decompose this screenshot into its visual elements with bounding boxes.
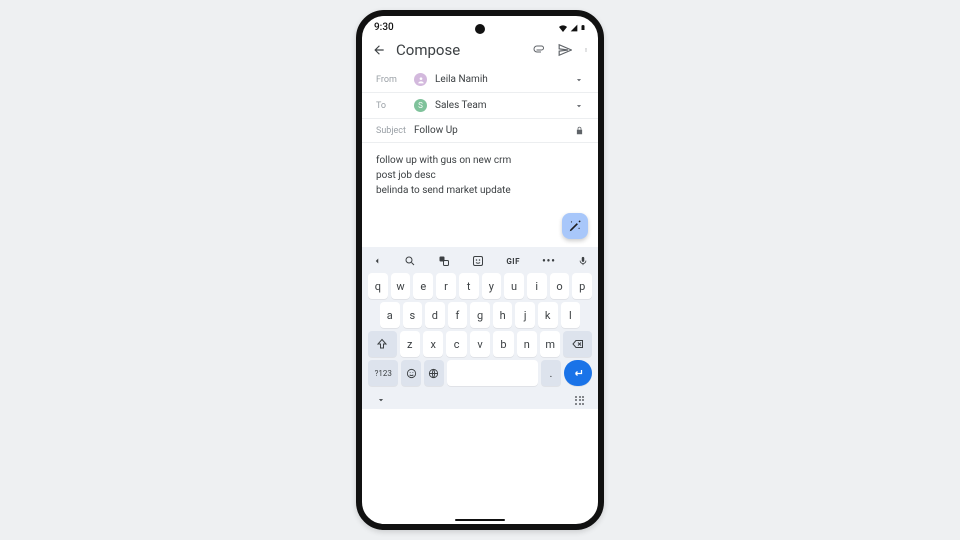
collapse-keyboard-icon[interactable] (376, 395, 386, 405)
back-icon[interactable] (372, 43, 386, 57)
from-label: From (376, 75, 406, 85)
key-z[interactable]: z (400, 331, 420, 357)
keyboard: GIF ••• q w e r t y u i o p a s d f g h … (362, 247, 598, 409)
nav-bar (366, 389, 594, 407)
from-name: Leila Namih (435, 74, 488, 85)
key-k[interactable]: k (538, 302, 558, 328)
key-n[interactable]: n (517, 331, 537, 357)
ai-compose-button[interactable] (562, 213, 588, 239)
shift-icon (376, 338, 388, 350)
body-line: belinda to send market update (376, 183, 584, 198)
period-key[interactable]: . (541, 360, 561, 386)
key-t[interactable]: t (459, 273, 479, 299)
key-x[interactable]: x (423, 331, 443, 357)
chevron-left-icon[interactable] (372, 256, 382, 266)
camera-hole (475, 24, 485, 34)
keyboard-row-3: z x c v b n m (366, 331, 594, 357)
more-icon[interactable] (584, 43, 588, 57)
key-p[interactable]: p (572, 273, 592, 299)
key-v[interactable]: v (470, 331, 490, 357)
key-q[interactable]: q (368, 273, 388, 299)
email-body[interactable]: follow up with gus on new crm post job d… (362, 143, 598, 247)
key-b[interactable]: b (493, 331, 513, 357)
key-h[interactable]: h (493, 302, 513, 328)
body-line: follow up with gus on new crm (376, 153, 584, 168)
keyboard-row-1: q w e r t y u i o p (366, 273, 594, 299)
key-c[interactable]: c (446, 331, 466, 357)
enter-key[interactable] (564, 360, 592, 386)
attach-icon[interactable] (532, 44, 546, 56)
key-r[interactable]: r (436, 273, 456, 299)
key-o[interactable]: o (550, 273, 570, 299)
to-row[interactable]: To S Sales Team (362, 93, 598, 119)
key-g[interactable]: g (470, 302, 490, 328)
emoji-key[interactable] (401, 360, 421, 386)
key-f[interactable]: f (448, 302, 468, 328)
page-title: Compose (396, 41, 522, 59)
key-w[interactable]: w (391, 273, 411, 299)
app-bar: Compose (362, 35, 598, 67)
wifi-icon (558, 24, 568, 32)
sticker-icon[interactable] (472, 255, 484, 267)
subject-label: Subject (376, 126, 406, 136)
translate-icon[interactable] (438, 255, 450, 267)
send-icon[interactable] (558, 43, 572, 57)
keyboard-toolbar: GIF ••• (366, 251, 594, 273)
search-icon[interactable] (404, 255, 416, 267)
more-toolbar-icon[interactable]: ••• (542, 256, 556, 267)
signal-icon (570, 24, 578, 32)
key-e[interactable]: e (413, 273, 433, 299)
key-i[interactable]: i (527, 273, 547, 299)
keyboard-row-2: a s d f g h j k l (366, 302, 594, 328)
mic-icon[interactable] (578, 255, 588, 267)
subject-value: Follow Up (414, 125, 458, 136)
chevron-down-icon (574, 101, 584, 111)
to-label: To (376, 101, 406, 111)
from-row[interactable]: From Leila Namih (362, 67, 598, 93)
gif-button[interactable]: GIF (506, 257, 520, 266)
home-handle[interactable] (455, 519, 505, 522)
keyboard-settings-icon[interactable] (575, 396, 584, 405)
enter-icon (572, 367, 584, 379)
key-s[interactable]: s (403, 302, 423, 328)
key-d[interactable]: d (425, 302, 445, 328)
backspace-key[interactable] (563, 331, 592, 357)
status-time: 9:30 (374, 22, 394, 33)
shift-key[interactable] (368, 331, 397, 357)
phone-frame: 9:30 Compose From Leila Namih To S Sales… (356, 10, 604, 530)
key-a[interactable]: a (380, 302, 400, 328)
lock-icon (575, 126, 584, 135)
battery-icon (580, 23, 586, 32)
globe-key[interactable] (424, 360, 444, 386)
key-m[interactable]: m (540, 331, 560, 357)
mode-key[interactable]: ?123 (368, 360, 398, 386)
to-name: Sales Team (435, 100, 487, 111)
key-l[interactable]: l (561, 302, 581, 328)
keyboard-row-4: ?123 . (366, 360, 594, 386)
subject-row[interactable]: Subject Follow Up (362, 119, 598, 143)
emoji-icon (406, 368, 417, 379)
key-u[interactable]: u (504, 273, 524, 299)
pencil-sparkle-icon (568, 219, 582, 233)
globe-icon (428, 368, 439, 379)
chevron-down-icon (574, 75, 584, 85)
body-line: post job desc (376, 168, 584, 183)
backspace-icon (571, 338, 585, 350)
space-key[interactable] (447, 360, 538, 386)
from-avatar (414, 73, 427, 86)
key-y[interactable]: y (482, 273, 502, 299)
key-j[interactable]: j (515, 302, 535, 328)
to-avatar: S (414, 99, 427, 112)
